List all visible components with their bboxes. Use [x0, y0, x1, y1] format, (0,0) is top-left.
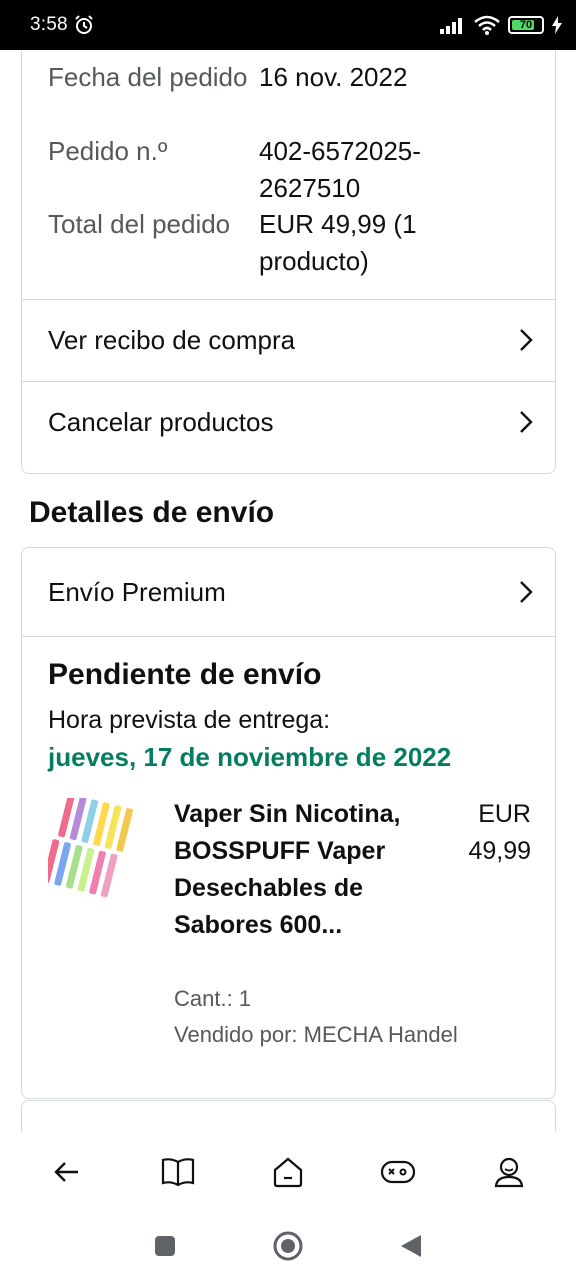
bottom-nav — [0, 1132, 576, 1212]
product-name-link[interactable]: Vaper Sin Nicotina, BOSSPUFF Vaper Desec… — [174, 796, 414, 944]
profile-button[interactable] — [479, 1142, 539, 1202]
order-date-value: 16 nov. 2022 — [259, 62, 408, 92]
status-time: 3:58 — [30, 14, 68, 35]
home-icon — [273, 1157, 303, 1188]
shipping-method-label: Envío Premium — [48, 576, 226, 607]
battery-icon: 70 — [508, 16, 544, 34]
product-price: EUR 49,99 — [468, 800, 531, 865]
library-button[interactable] — [148, 1142, 208, 1202]
chevron-right-icon — [520, 411, 533, 433]
order-summary-card: Fecha del pedido 16 nov. 2022 Pedido n.º… — [21, 50, 556, 474]
cancel-products-label: Cancelar productos — [48, 406, 274, 437]
system-nav-bar — [0, 1212, 576, 1280]
order-total-label: Total del pedido — [48, 209, 231, 239]
view-receipt-link[interactable]: Ver recibo de compra — [22, 300, 555, 380]
shipping-method-link[interactable]: Envío Premium — [22, 548, 555, 636]
signal-icon — [440, 18, 462, 34]
divider — [22, 636, 555, 637]
recents-icon[interactable] — [153, 1234, 177, 1258]
shipment-status: Pendiente de envío — [48, 658, 322, 691]
order-number-value: 402-6572025-2627510 — [259, 136, 421, 203]
alarm-icon — [75, 15, 93, 34]
eta-label: Hora prevista de entrega: — [48, 706, 331, 734]
chevron-right-icon — [520, 329, 533, 351]
back-icon — [54, 1162, 79, 1182]
shipping-section-title: Detalles de envío — [29, 496, 275, 529]
order-details-scroll[interactable]: Fecha del pedido 16 nov. 2022 Pedido n.º… — [0, 50, 576, 1132]
order-date-label: Fecha del pedido — [48, 62, 248, 92]
home-button[interactable] — [258, 1142, 318, 1202]
product-quantity: Cant.: 1 — [174, 986, 252, 1011]
order-number-label: Pedido n.º — [48, 136, 168, 166]
chevron-right-icon — [520, 581, 533, 603]
charging-icon — [552, 16, 562, 34]
back-triangle-icon[interactable] — [399, 1233, 423, 1259]
order-total-value: EUR 49,99 (1 producto) — [259, 209, 417, 276]
back-button[interactable] — [37, 1142, 97, 1202]
home-circle-icon[interactable] — [272, 1230, 304, 1262]
next-card-partial[interactable] — [21, 1100, 556, 1132]
product-seller: Vendido por: MECHA Handel — [174, 1022, 458, 1047]
view-receipt-label: Ver recibo de compra — [48, 324, 296, 355]
shipping-card: Envío Premium Pendiente de envío Hora pr… — [21, 547, 556, 1099]
book-icon — [161, 1158, 194, 1187]
status-bar: 3:58 70 — [0, 0, 576, 50]
gamepad-icon — [381, 1160, 416, 1184]
eta-date: jueves, 17 de noviembre de 2022 — [48, 742, 452, 772]
wifi-icon — [474, 15, 500, 35]
profile-icon — [494, 1157, 523, 1188]
games-button[interactable] — [368, 1142, 428, 1202]
product-image[interactable] — [48, 798, 148, 898]
cancel-products-link[interactable]: Cancelar productos — [22, 382, 555, 462]
